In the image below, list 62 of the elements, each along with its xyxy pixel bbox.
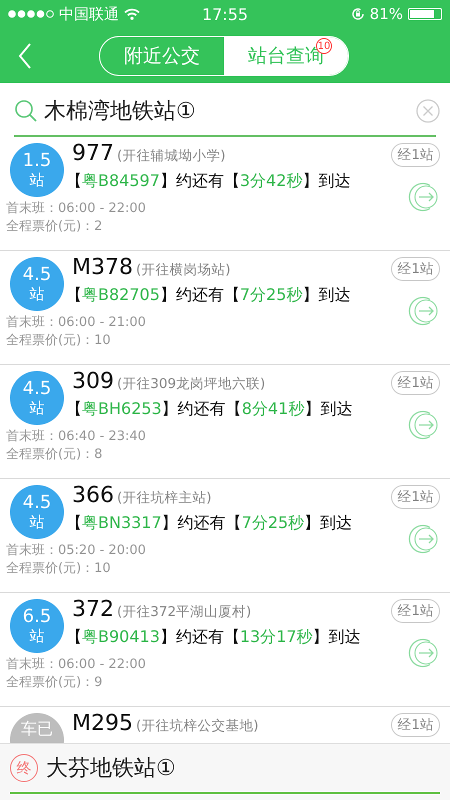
arrival-info: 【粤BN3317】约还有【7分25秒】到达	[66, 513, 354, 534]
wifi-icon	[124, 8, 140, 20]
route-number: 309	[72, 369, 114, 394]
destination-station: 大芬地铁站①	[46, 755, 176, 783]
route-row[interactable]: 6.5 站 372(开往372平湖山厦村) 【粤B90413】约还有【13分17秒】到达 首末班：06:00 - 22:00 全程票价(元)：9 经1站	[0, 593, 450, 707]
route-number: 977	[72, 141, 114, 166]
stops-pill: 经1站	[391, 257, 440, 281]
arrow-circle-icon[interactable]	[408, 409, 440, 441]
stops-pill: 经1站	[391, 143, 440, 167]
route-destination: (开往坑梓公交基地)	[136, 717, 259, 735]
distance-badge: 4.5 站	[10, 485, 64, 539]
route-number: 366	[72, 483, 114, 508]
carrier-name: 中国联通	[59, 4, 119, 24]
schedule-text: 首末班：05:20 - 20:00	[6, 542, 147, 560]
fare-text: 全程票价(元)：10	[6, 332, 112, 350]
route-destination: (开往372平湖山厦村)	[117, 603, 252, 621]
distance-badge: 1.5 站	[10, 143, 64, 197]
schedule-text: 首末班：06:00 - 21:00	[6, 314, 147, 332]
schedule-text: 首末班：06:00 - 22:00	[6, 200, 147, 218]
rotation-lock-icon	[350, 7, 365, 21]
schedule-text: 首末班：06:00 - 22:00	[6, 656, 147, 674]
arrow-circle-icon[interactable]	[408, 181, 440, 213]
signal-icon	[8, 10, 54, 18]
battery-icon	[408, 8, 442, 20]
stops-pill: 经1站	[391, 599, 440, 623]
arrow-circle-icon[interactable]	[408, 295, 440, 327]
arrival-info: 【粤BH6253】约还有【8分41秒】到达	[66, 399, 354, 420]
stops-pill: 经1站	[391, 371, 440, 395]
route-number: M295	[72, 711, 133, 736]
route-row[interactable]: 1.5 站 977(开往辅城坳小学) 【粤B84597】约还有【3分42秒】到达 首末班：06:00 - 22:00 全程票价(元)：2 经1站	[0, 137, 450, 251]
arrival-info: 【粤B84597】约还有【3分42秒】到达	[66, 171, 352, 192]
search-field[interactable]: 木棉湾地铁站①	[14, 89, 436, 137]
stops-pill: 经1站	[391, 713, 440, 737]
route-row[interactable]: 4.5 站 366(开往坑梓主站) 【粤BN3317】约还有【7分25秒】到达 首末班：05:20 - 20:00 全程票价(元)：10 经1站	[0, 479, 450, 593]
route-destination: (开往横岗场站)	[136, 261, 231, 279]
route-destination: (开往辅城坳小学)	[117, 147, 226, 165]
distance-badge: 6.5 站	[10, 599, 64, 653]
arrow-circle-icon[interactable]	[408, 637, 440, 669]
route-destination: (开往309龙岗坪地六联)	[117, 375, 266, 393]
status-time: 17:55	[202, 4, 248, 24]
route-row[interactable]: 4.5 站 M378(开往横岗场站) 【粤B82705】约还有【7分25秒】到达 首末班：06:00 - 21:00 全程票价(元)：10 经1站	[0, 251, 450, 365]
distance-badge: 4.5 站	[10, 371, 64, 425]
stops-pill: 经1站	[391, 485, 440, 509]
distance-badge: 4.5 站	[10, 257, 64, 311]
arrow-circle-icon[interactable]	[408, 523, 440, 555]
fare-text: 全程票价(元)：8	[6, 446, 104, 464]
fare-text: 全程票价(元)：9	[6, 674, 104, 692]
route-number: 372	[72, 597, 114, 622]
arrival-info: 【粤B82705】约还有【7分25秒】到达	[66, 285, 352, 306]
search-icon	[14, 99, 38, 123]
fare-text: 全程票价(元)：2	[6, 218, 104, 236]
arrival-info: 【粤B90413】约还有【13分17秒】到达	[66, 627, 362, 648]
clear-icon[interactable]	[416, 99, 440, 123]
route-number: M378	[72, 255, 133, 280]
route-row[interactable]: 4.5 站 309(开往309龙岗坪地六联) 【粤BH6253】约还有【8分41秒】到达 首末班：06:40 - 23:40 全程票价(元)：8 经1站	[0, 365, 450, 479]
search-value: 木棉湾地铁站①	[44, 98, 197, 126]
route-destination: (开往坑梓主站)	[117, 489, 212, 507]
fare-text: 全程票价(元)：10	[6, 560, 112, 578]
terminus-icon: 终	[10, 754, 38, 782]
battery-percent: 81%	[370, 5, 403, 23]
distance-badge: 车已	[10, 713, 64, 743]
schedule-text: 首末班：06:40 - 23:40	[6, 428, 147, 446]
